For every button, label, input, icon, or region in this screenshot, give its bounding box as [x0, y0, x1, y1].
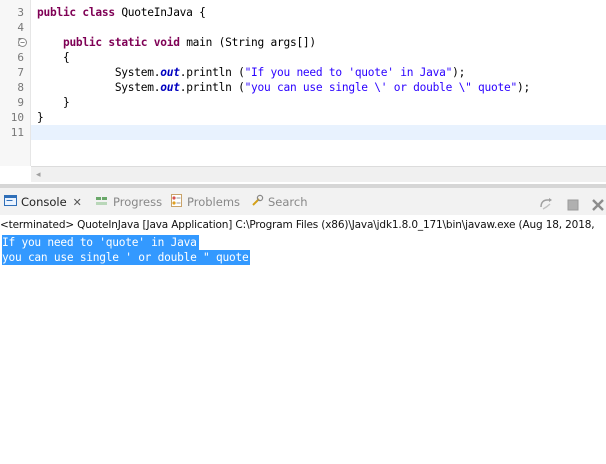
line-number: 10 [10, 111, 24, 124]
progress-icon [96, 195, 109, 211]
code-token: main (String args[]) [179, 36, 316, 49]
terminate-icon[interactable] [567, 196, 579, 215]
code-token: ); [452, 66, 466, 79]
code-line: 8 System.out.println ("you can use singl… [0, 80, 606, 95]
code-text[interactable]: } [37, 95, 70, 110]
pin-console-icon[interactable] [538, 196, 554, 215]
horizontal-scrollbar[interactable]: ◂ [31, 166, 606, 182]
line-number: 4 [17, 21, 24, 34]
fold-toggle-icon[interactable]: − [18, 38, 27, 47]
code-editor[interactable]: 3 public class QuoteInJava { 45− public st… [0, 0, 606, 184]
line-number: 3 [17, 6, 24, 19]
code-line: 3 public class QuoteInJava { [0, 5, 606, 20]
code-token: { [37, 51, 70, 64]
field-token: out [160, 66, 180, 79]
keyword-token: public class [37, 6, 115, 19]
code-token: ); [516, 81, 530, 94]
tab-progress-label: Progress [113, 195, 163, 209]
console-output-line[interactable]: If you need to 'quote' in Java [2, 235, 199, 250]
remove-launch-icon[interactable] [592, 196, 604, 215]
code-text[interactable]: public static void main (String args[]) [37, 35, 316, 50]
scroll-left-icon[interactable]: ◂ [36, 170, 41, 180]
code-text[interactable]: public class QuoteInJava { [37, 5, 206, 20]
console-tab-bar: Console ✕ Progress Problems Search [0, 188, 606, 215]
tab-search-label: Search [268, 195, 308, 209]
code-token: .println ( [179, 81, 245, 94]
code-token: QuoteInJava { [114, 6, 206, 19]
console-status-line: <terminated> QuoteInJava [Java Applicati… [0, 219, 595, 231]
console-output-line[interactable]: you can use single ' or double " quote [2, 250, 251, 265]
line-number: 7 [17, 66, 24, 79]
code-token: .println ( [179, 66, 245, 79]
tab-progress[interactable]: Progress [96, 194, 162, 212]
code-line: 4 [0, 20, 606, 35]
tab-search[interactable]: Search [251, 194, 308, 212]
code-text[interactable]: System.out.println ("you can use single … [37, 80, 530, 95]
close-icon[interactable]: ✕ [73, 196, 82, 209]
string-token: "you can use single \' or double \" quot… [244, 81, 518, 94]
tab-console-label: Console [21, 195, 67, 209]
code-text[interactable]: } [37, 110, 44, 125]
line-number: 11 [10, 126, 24, 139]
code-token: } [37, 111, 44, 124]
tab-problems[interactable]: Problems [170, 194, 240, 212]
console-toolbar [530, 195, 604, 211]
code-token: System. [37, 81, 161, 94]
problems-icon [170, 194, 183, 211]
code-text[interactable]: { [37, 50, 70, 65]
code-token: } [37, 96, 70, 109]
line-number: 8 [17, 81, 24, 94]
line-number: 6 [17, 51, 24, 64]
keyword-token: public static void [62, 36, 180, 49]
code-line: 7 System.out.println ("If you need to 'q… [0, 65, 606, 80]
code-line: 9 } [0, 95, 606, 110]
line-number: 9 [17, 96, 24, 109]
tab-console[interactable]: Console ✕ [4, 194, 82, 212]
code-text[interactable]: System.out.println ("If you need to 'quo… [37, 65, 466, 80]
tab-problems-label: Problems [187, 195, 241, 209]
code-line: 5− public static void main (String args[… [0, 35, 606, 50]
code-line: 10} [0, 110, 606, 125]
code-token: System. [37, 66, 161, 79]
code-line: 6 { [0, 50, 606, 65]
field-token: out [160, 81, 180, 94]
search-icon [251, 194, 264, 211]
code-line: 11 [0, 125, 606, 140]
string-token: "If you need to 'quote' in Java" [244, 66, 453, 79]
console-icon [4, 194, 17, 211]
